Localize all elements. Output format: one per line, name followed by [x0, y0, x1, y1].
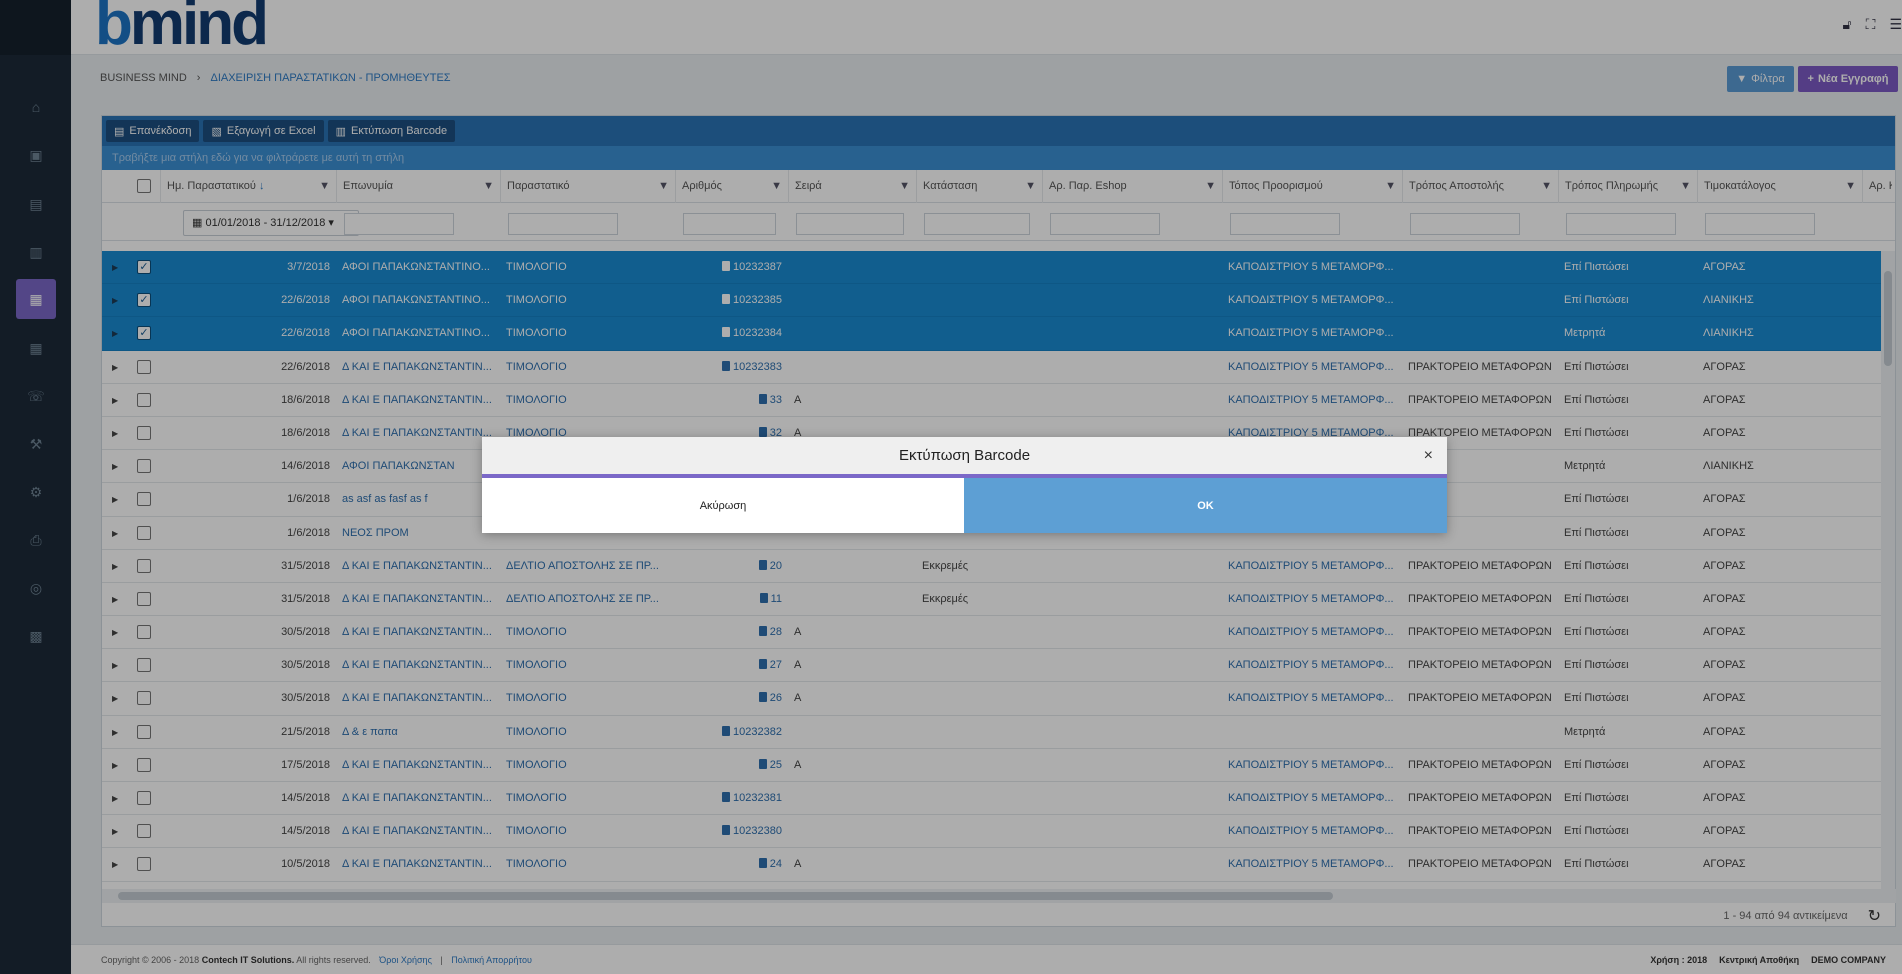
dialog-header: Εκτύπωση Barcode × — [482, 437, 1447, 474]
app-root: ⌂ ▣ ▤ ▥ ▦ ▦ ☏ ⚒ ⚙ ⎙ ◎ ▩ bmind 🔓︎ ⛶ ☰ BUS… — [0, 0, 1902, 974]
dialog-title: Εκτύπωση Barcode — [898, 447, 1031, 464]
close-icon[interactable]: × — [1424, 437, 1433, 474]
print-barcode-dialog: Εκτύπωση Barcode × Ακύρωση OK — [482, 437, 1447, 533]
cancel-button[interactable]: Ακύρωση — [482, 478, 964, 533]
ok-button[interactable]: OK — [964, 478, 1447, 533]
dialog-footer: Ακύρωση OK — [482, 478, 1447, 533]
